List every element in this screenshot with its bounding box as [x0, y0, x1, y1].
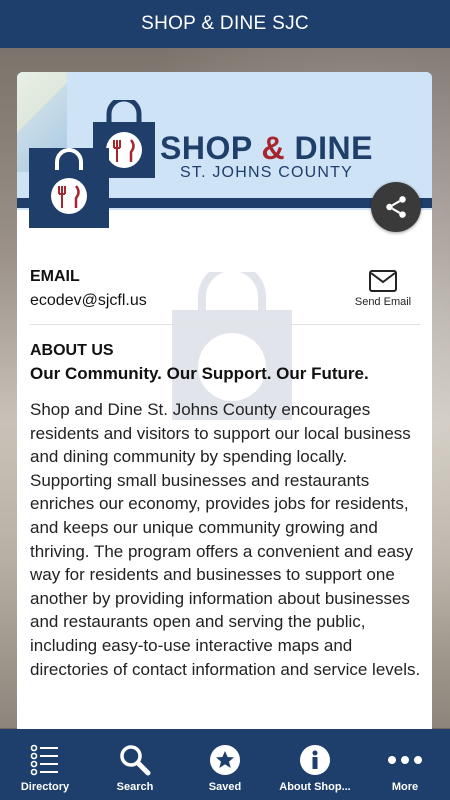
list-icon: [30, 744, 58, 776]
share-button[interactable]: [371, 182, 421, 232]
share-icon: [386, 196, 406, 218]
brand-dine: DINE: [294, 130, 373, 166]
tab-label: Saved: [208, 781, 242, 793]
tab-label: More: [391, 781, 419, 793]
brand-amp: &: [261, 130, 286, 166]
shopping-bag-small-icon: [29, 148, 109, 228]
bottom-nav: Directory Search Saved About Shop... Mor…: [0, 729, 450, 800]
envelope-icon: [369, 270, 397, 292]
banner: SHOP & DINE ST. JOHNS COUNTY: [17, 72, 432, 232]
brand-shop: SHOP: [160, 130, 253, 166]
send-email-label: Send Email: [354, 296, 412, 308]
brand-title: SHOP & DINE: [160, 130, 373, 167]
detail-content: EMAIL ecodev@sjcfl.us Send Email ABOUT U…: [17, 232, 432, 732]
app-title: SHOP & DINE SJC: [141, 13, 309, 34]
tab-more[interactable]: More: [360, 729, 450, 800]
about-label: ABOUT US: [30, 342, 114, 359]
tab-label: Directory: [20, 781, 70, 793]
send-email-button[interactable]: Send Email: [348, 270, 418, 308]
app-header: SHOP & DINE SJC: [0, 0, 450, 48]
tab-directory[interactable]: Directory: [0, 729, 90, 800]
about-section: ABOUT US Our Community. Our Support. Our…: [30, 342, 422, 681]
tab-about[interactable]: About Shop...: [270, 729, 360, 800]
detail-card: SHOP & DINE ST. JOHNS COUNTY EMAIL ecode…: [17, 72, 432, 732]
email-section: EMAIL ecodev@sjcfl.us Send Email: [30, 268, 420, 325]
about-tagline: Our Community. Our Support. Our Future.: [30, 364, 369, 383]
tab-saved[interactable]: Saved: [180, 729, 270, 800]
search-icon: [120, 745, 151, 776]
about-description: Shop and Dine St. Johns County encourage…: [30, 400, 421, 679]
info-icon: [300, 745, 330, 775]
tab-label: Search: [116, 781, 154, 793]
star-icon: [210, 745, 240, 775]
more-icon: [388, 756, 422, 764]
brand-subtitle: ST. JOHNS COUNTY: [180, 164, 353, 181]
tab-label: About Shop...: [279, 781, 351, 793]
tab-search[interactable]: Search: [90, 729, 180, 800]
